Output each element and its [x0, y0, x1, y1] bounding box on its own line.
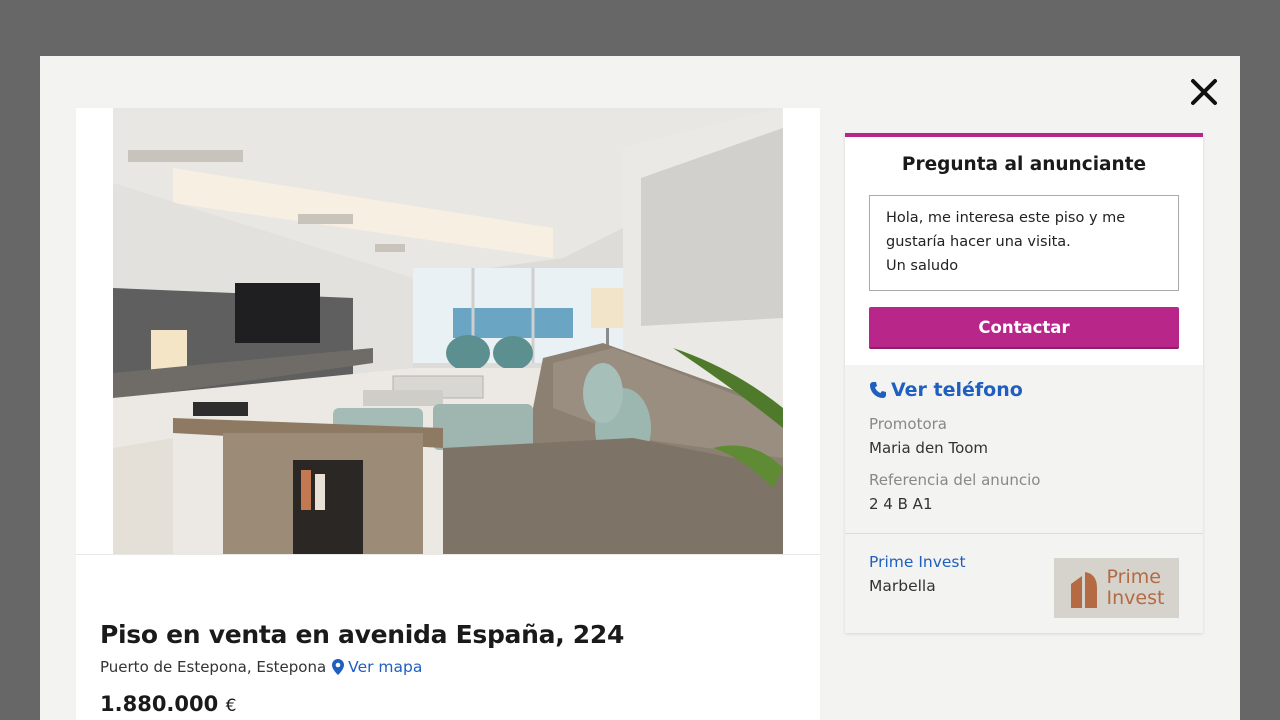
- message-textarea[interactable]: Hola, me interesa este piso y me gustarí…: [869, 195, 1179, 291]
- agency-name-link[interactable]: Prime Invest: [869, 553, 966, 571]
- listing-location: Puerto de Estepona, Estepona Ver mapa: [100, 658, 422, 676]
- agency-city: Marbella: [869, 577, 936, 595]
- view-map-label: Ver mapa: [348, 658, 423, 676]
- agency-logo-text: Prime Invest: [1107, 567, 1165, 609]
- listing-price: 1.880.000 €: [100, 692, 236, 716]
- agency-logo-mark-icon: [1070, 572, 1097, 608]
- contact-heading: Pregunta al anunciante: [901, 154, 1147, 175]
- logo-line-2: Invest: [1106, 587, 1165, 609]
- reference-label: Referencia del anuncio: [869, 471, 1041, 489]
- advertiser-info: Ver teléfono Promotora Maria den Toom Re…: [845, 365, 1203, 633]
- price-currency: €: [225, 696, 237, 716]
- promoter-label: Promotora: [869, 415, 948, 433]
- card-divider: [76, 554, 820, 555]
- listing-modal: Piso en venta en avenida España, 224 Pue…: [40, 56, 1240, 720]
- logo-line-1: Prime: [1106, 566, 1161, 588]
- promoter-name: Maria den Toom: [869, 439, 989, 457]
- view-phone-link[interactable]: Ver teléfono: [869, 379, 1023, 401]
- contact-panel: Pregunta al anunciante Hola, me interesa…: [845, 133, 1203, 633]
- view-map-link[interactable]: Ver mapa: [332, 658, 422, 676]
- info-divider: [845, 533, 1203, 534]
- agency-logo[interactable]: Prime Invest: [1054, 558, 1179, 618]
- close-icon: [1191, 79, 1217, 105]
- close-button[interactable]: [1188, 76, 1220, 108]
- tv-shape: [235, 283, 320, 343]
- map-pin-icon: [332, 659, 345, 675]
- phone-icon: [870, 382, 886, 398]
- location-text: Puerto de Estepona, Estepona: [100, 658, 327, 676]
- price-value: 1.880.000: [100, 692, 219, 716]
- listing-title: Piso en venta en avenida España, 224: [100, 620, 625, 649]
- contact-button[interactable]: Contactar: [869, 307, 1179, 349]
- gallery-card: Piso en venta en avenida España, 224 Pue…: [76, 108, 820, 720]
- reference-value: 2 4 B A1: [869, 495, 933, 513]
- view-phone-label: Ver teléfono: [891, 379, 1023, 401]
- listing-photo[interactable]: [113, 108, 783, 554]
